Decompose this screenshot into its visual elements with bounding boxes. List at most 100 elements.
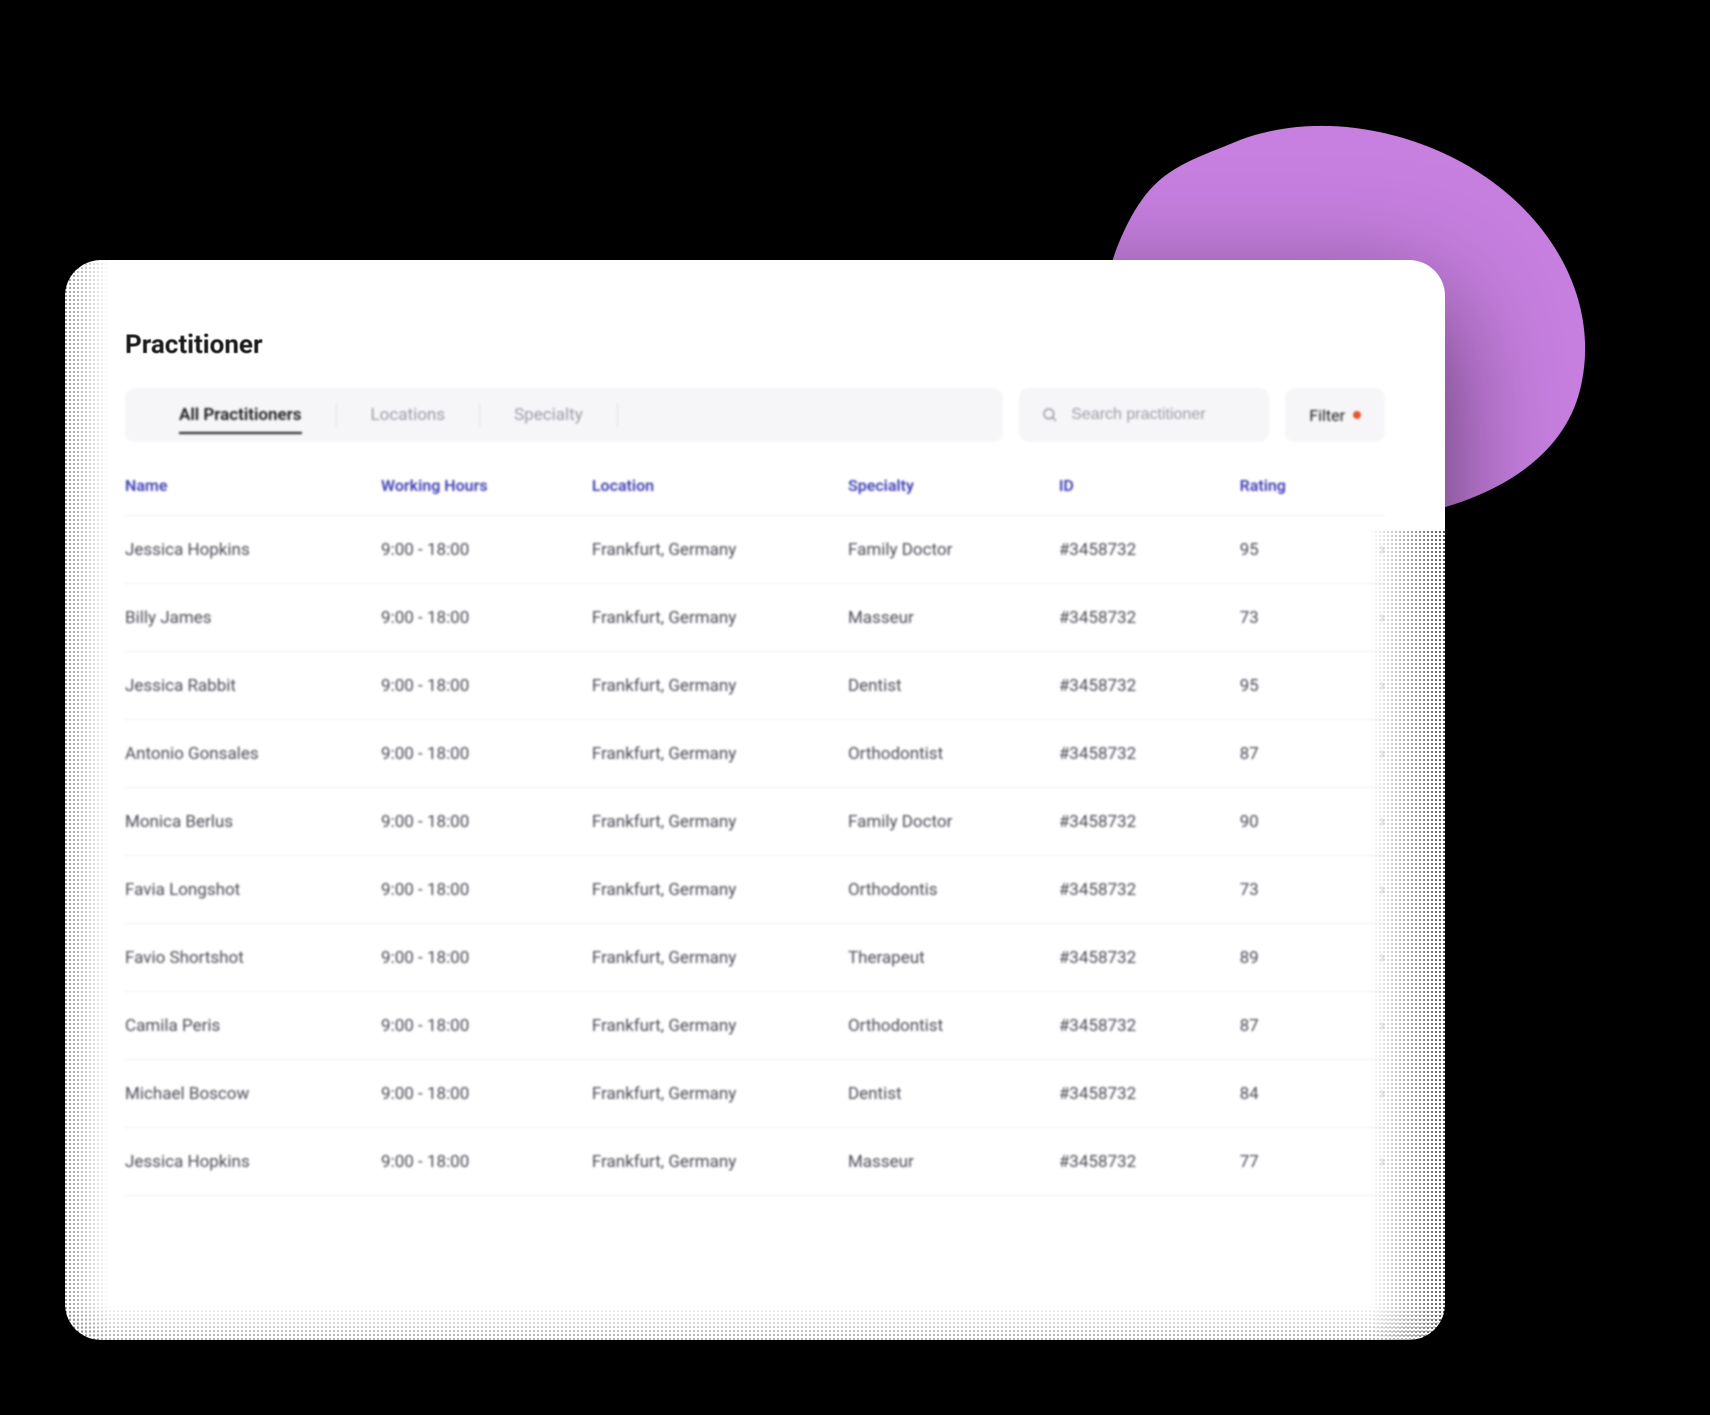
cell-specialty: Orthodontist [848, 744, 1059, 764]
cell-specialty: Therapeut [848, 948, 1059, 968]
chevron-right-icon[interactable]: › [1345, 607, 1385, 628]
filter-indicator-dot [1353, 411, 1361, 419]
practitioner-card: Practitioner All PractitionersLocationsS… [65, 260, 1445, 1340]
cell-id: #3458732 [1059, 608, 1240, 628]
table-header-row: Name Working Hours Location Specialty ID… [125, 476, 1385, 516]
cell-rating: 95 [1240, 540, 1345, 560]
cell-name: Antonio Gonsales [125, 744, 381, 764]
cell-rating: 87 [1240, 1016, 1345, 1036]
cell-specialty: Family Doctor [848, 812, 1059, 832]
tab-divider [617, 403, 618, 427]
cell-hours: 9:00 - 18:00 [381, 676, 592, 696]
table-row[interactable]: Favio Shortshot9:00 - 18:00Frankfurt, Ge… [125, 924, 1385, 992]
chevron-right-icon[interactable]: › [1345, 947, 1385, 968]
table-row[interactable]: Jessica Rabbit9:00 - 18:00Frankfurt, Ger… [125, 652, 1385, 720]
chevron-right-icon[interactable]: › [1345, 811, 1385, 832]
practitioner-table: Name Working Hours Location Specialty ID… [125, 476, 1385, 1196]
table-row[interactable]: Camila Peris9:00 - 18:00Frankfurt, Germa… [125, 992, 1385, 1060]
chevron-right-icon[interactable]: › [1345, 539, 1385, 560]
cell-specialty: Orthodontist [848, 1016, 1059, 1036]
toolbar: All PractitionersLocationsSpecialty Filt… [125, 388, 1385, 442]
cell-location: Frankfurt, Germany [592, 880, 848, 900]
chevron-right-icon[interactable]: › [1345, 675, 1385, 696]
col-specialty[interactable]: Specialty [848, 476, 1059, 495]
cell-location: Frankfurt, Germany [592, 1152, 848, 1172]
cell-name: Favio Shortshot [125, 948, 381, 968]
table-row[interactable]: Michael Boscow9:00 - 18:00Frankfurt, Ger… [125, 1060, 1385, 1128]
cell-hours: 9:00 - 18:00 [381, 1152, 592, 1172]
cell-hours: 9:00 - 18:00 [381, 540, 592, 560]
chevron-right-icon[interactable]: › [1345, 879, 1385, 900]
search-icon [1041, 406, 1059, 424]
filter-label: Filter [1309, 406, 1345, 425]
cell-name: Favia Longshot [125, 880, 381, 900]
cell-rating: 87 [1240, 744, 1345, 764]
cell-id: #3458732 [1059, 1152, 1240, 1172]
cell-location: Frankfurt, Germany [592, 608, 848, 628]
chevron-right-icon[interactable]: › [1345, 743, 1385, 764]
cell-hours: 9:00 - 18:00 [381, 812, 592, 832]
cell-rating: 73 [1240, 608, 1345, 628]
col-id[interactable]: ID [1059, 476, 1240, 495]
cell-specialty: Orthodontis [848, 880, 1059, 900]
table-row[interactable]: Billy James9:00 - 18:00Frankfurt, German… [125, 584, 1385, 652]
cell-location: Frankfurt, Germany [592, 676, 848, 696]
table-row[interactable]: Antonio Gonsales9:00 - 18:00Frankfurt, G… [125, 720, 1385, 788]
cell-hours: 9:00 - 18:00 [381, 744, 592, 764]
table-row[interactable]: Monica Berlus9:00 - 18:00Frankfurt, Germ… [125, 788, 1385, 856]
cell-name: Jessica Hopkins [125, 540, 381, 560]
cell-specialty: Masseur [848, 1152, 1059, 1172]
cell-hours: 9:00 - 18:00 [381, 1084, 592, 1104]
cell-name: Jessica Hopkins [125, 1152, 381, 1172]
tab-all-practitioners[interactable]: All Practitioners [145, 388, 336, 442]
cell-location: Frankfurt, Germany [592, 744, 848, 764]
cell-id: #3458732 [1059, 1016, 1240, 1036]
cell-id: #3458732 [1059, 540, 1240, 560]
chevron-right-icon[interactable]: › [1345, 1083, 1385, 1104]
cell-id: #3458732 [1059, 744, 1240, 764]
cell-name: Michael Boscow [125, 1084, 381, 1104]
col-location[interactable]: Location [592, 476, 848, 495]
cell-hours: 9:00 - 18:00 [381, 608, 592, 628]
page-title: Practitioner [125, 330, 1385, 360]
cell-hours: 9:00 - 18:00 [381, 880, 592, 900]
cell-rating: 95 [1240, 676, 1345, 696]
col-hours[interactable]: Working Hours [381, 476, 592, 495]
cell-id: #3458732 [1059, 1084, 1240, 1104]
cell-rating: 89 [1240, 948, 1345, 968]
cell-rating: 90 [1240, 812, 1345, 832]
col-name[interactable]: Name [125, 476, 381, 495]
table-row[interactable]: Jessica Hopkins9:00 - 18:00Frankfurt, Ge… [125, 516, 1385, 584]
table-row[interactable]: Jessica Hopkins9:00 - 18:00Frankfurt, Ge… [125, 1128, 1385, 1196]
cell-location: Frankfurt, Germany [592, 948, 848, 968]
cell-location: Frankfurt, Germany [592, 812, 848, 832]
chevron-right-icon[interactable]: › [1345, 1015, 1385, 1036]
cell-location: Frankfurt, Germany [592, 1084, 848, 1104]
cell-rating: 84 [1240, 1084, 1345, 1104]
cell-specialty: Masseur [848, 608, 1059, 628]
table-row[interactable]: Favia Longshot9:00 - 18:00Frankfurt, Ger… [125, 856, 1385, 924]
filter-button[interactable]: Filter [1285, 388, 1385, 442]
cell-id: #3458732 [1059, 880, 1240, 900]
cell-hours: 9:00 - 18:00 [381, 948, 592, 968]
search-input[interactable] [1071, 406, 1247, 424]
tab-specialty[interactable]: Specialty [480, 388, 617, 442]
cell-id: #3458732 [1059, 948, 1240, 968]
chevron-right-icon[interactable]: › [1345, 1151, 1385, 1172]
cell-id: #3458732 [1059, 676, 1240, 696]
cell-hours: 9:00 - 18:00 [381, 1016, 592, 1036]
cell-name: Jessica Rabbit [125, 676, 381, 696]
cell-name: Monica Berlus [125, 812, 381, 832]
cell-location: Frankfurt, Germany [592, 1016, 848, 1036]
cell-name: Camila Peris [125, 1016, 381, 1036]
tab-bar: All PractitionersLocationsSpecialty [125, 388, 1003, 442]
cell-location: Frankfurt, Germany [592, 540, 848, 560]
col-rating[interactable]: Rating [1240, 476, 1345, 495]
cell-name: Billy James [125, 608, 381, 628]
cell-specialty: Dentist [848, 676, 1059, 696]
cell-id: #3458732 [1059, 812, 1240, 832]
cell-specialty: Family Doctor [848, 540, 1059, 560]
cell-rating: 77 [1240, 1152, 1345, 1172]
search-box[interactable] [1019, 388, 1269, 442]
tab-locations[interactable]: Locations [337, 388, 480, 442]
